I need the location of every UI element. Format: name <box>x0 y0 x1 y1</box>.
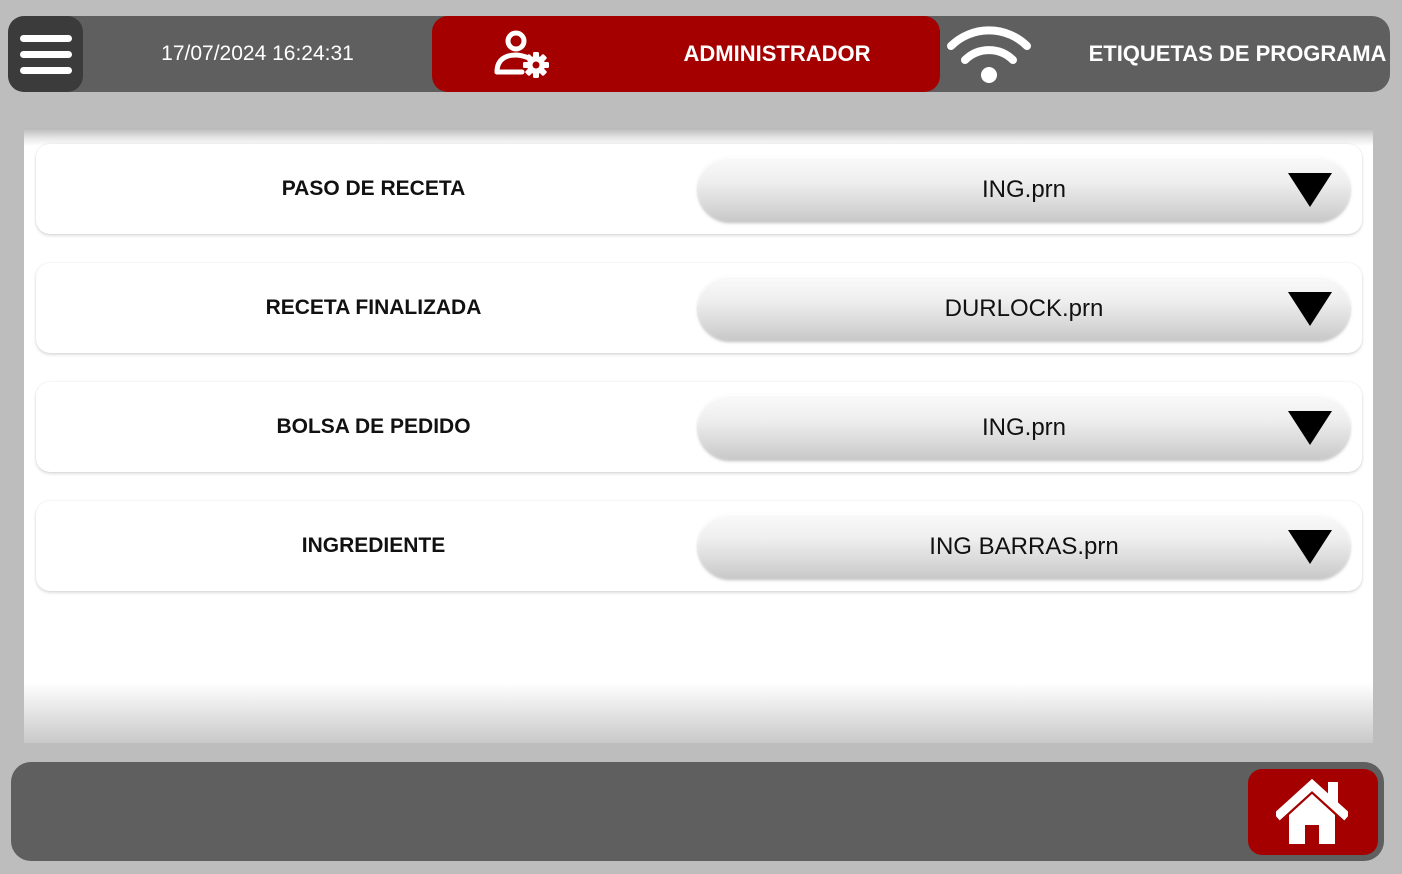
dropdown-value: ING.prn <box>981 176 1067 203</box>
home-icon <box>1276 778 1348 844</box>
user-settings-icon <box>494 30 549 78</box>
menu-button[interactable] <box>8 16 83 92</box>
row-label: INGREDIENTE <box>301 534 446 557</box>
user-button[interactable]: ADMINISTRADOR <box>432 16 940 92</box>
label-file-dropdown[interactable]: ING.prn <box>698 157 1350 221</box>
row-receta-finalizada: RECETA FINALIZADA DURLOCK.prn <box>36 263 1362 353</box>
dropdown-value: ING.prn <box>981 414 1067 441</box>
triangle-down-icon <box>1288 530 1332 564</box>
datetime-display: 17/07/2024 16:24:31 <box>161 42 354 65</box>
row-label: BOLSA DE PEDIDO <box>276 415 471 438</box>
row-label: PASO DE RECETA <box>281 177 466 200</box>
wifi-icon <box>947 26 1031 83</box>
triangle-down-icon <box>1288 411 1332 445</box>
screen-title: ETIQUETAS DE PROGRAMA <box>1088 41 1387 66</box>
settings-panel: PASO DE RECETA ING.prn RECETA FINALIZADA… <box>24 128 1373 743</box>
row-label: RECETA FINALIZADA <box>265 296 482 319</box>
label-file-dropdown[interactable]: DURLOCK.prn <box>698 276 1350 340</box>
bottom-bar <box>11 762 1384 861</box>
row-ingrediente: INGREDIENTE ING BARRAS.prn <box>36 501 1362 591</box>
triangle-down-icon <box>1288 292 1332 326</box>
dropdown-value: ING BARRAS.prn <box>929 533 1119 560</box>
home-button[interactable] <box>1248 769 1378 855</box>
dropdown-value: DURLOCK.prn <box>944 295 1104 322</box>
label-file-dropdown[interactable]: ING.prn <box>698 395 1350 459</box>
row-bolsa-de-pedido: BOLSA DE PEDIDO ING.prn <box>36 382 1362 472</box>
hamburger-menu-icon <box>19 34 72 42</box>
label-file-dropdown[interactable]: ING BARRAS.prn <box>698 514 1350 578</box>
user-role-label: ADMINISTRADOR <box>683 41 871 66</box>
row-paso-de-receta: PASO DE RECETA ING.prn <box>36 144 1362 234</box>
triangle-down-icon <box>1288 173 1332 207</box>
